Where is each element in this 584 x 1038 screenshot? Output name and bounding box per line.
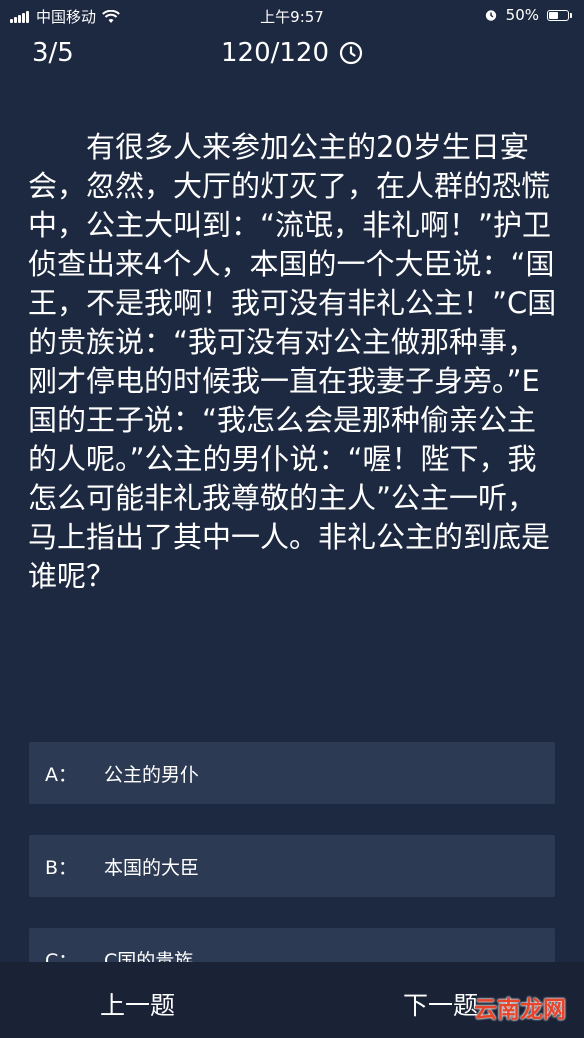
status-right: 50% [484,6,572,24]
previous-question-button[interactable]: 上一题 [100,986,175,1022]
battery-percent: 50% [505,6,539,24]
timer: 120/120 [0,38,584,68]
bottom-nav-bar: 上一题 下一题 云南龙网 [0,962,584,1038]
quiz-header: 3/5 120/120 [0,32,584,76]
option-a[interactable]: A： 公主的男仆 [29,742,555,804]
clock-icon [339,41,363,65]
question-text: 有很多人来参加公主的20岁生日宴会，忽然，大厅的灯灭了，在人群的恐慌中，公主大叫… [28,130,557,593]
battery-fill [549,11,558,19]
battery-icon [547,9,572,21]
option-text: 公主的男仆 [104,763,200,786]
alarm-icon [485,10,496,21]
status-bar: 中国移动 上午9:57 50% [0,0,584,32]
option-b[interactable]: B： 本国的大臣 [29,835,555,897]
timer-text: 120/120 [220,38,329,68]
option-letter: A： [45,763,77,786]
option-text: 本国的大臣 [104,856,200,879]
next-question-button[interactable]: 下一题 [403,986,478,1022]
option-letter: B： [45,856,78,879]
watermark-logo: 云南龙网 [474,997,566,1023]
